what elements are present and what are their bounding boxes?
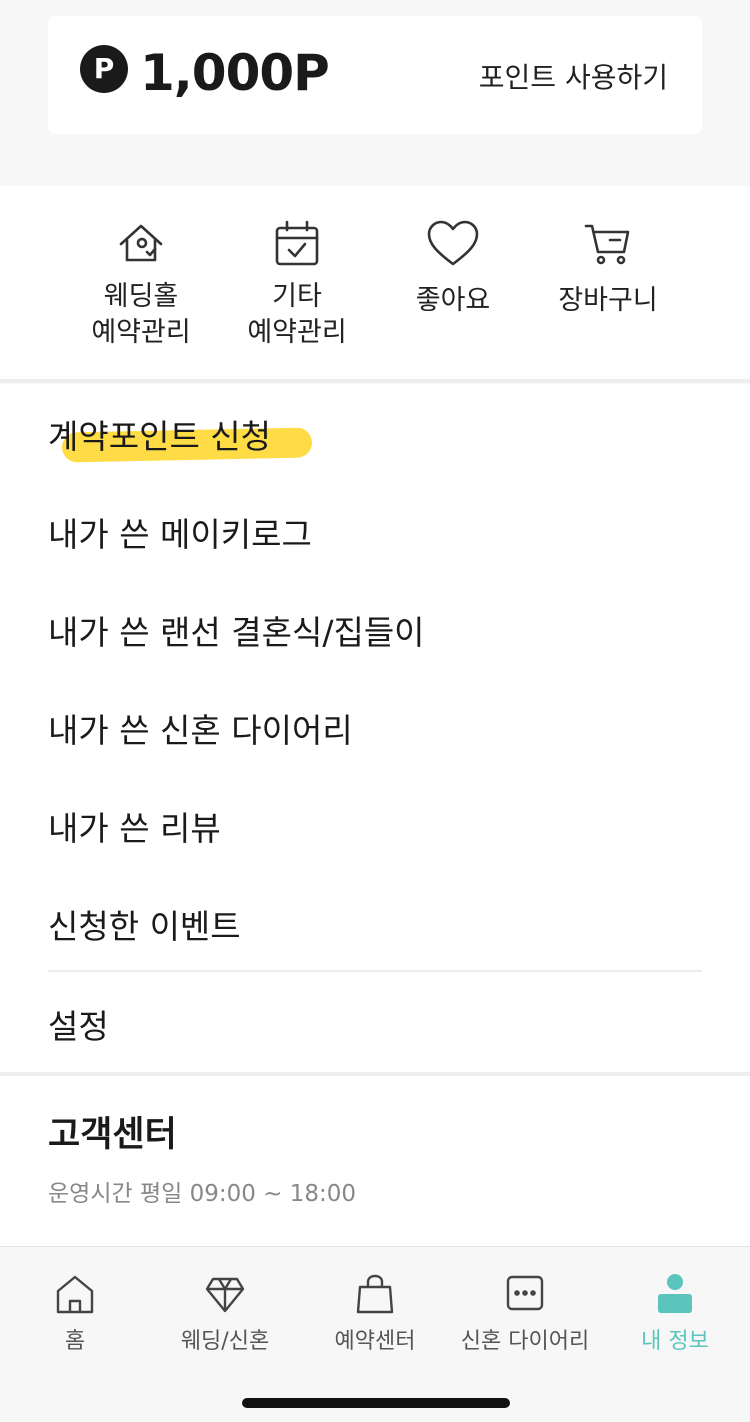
quick-wedding-hall-reservation[interactable]: 웨딩홀 예약관리 (61, 186, 221, 376)
cart-icon (584, 224, 630, 265)
tab-label: 신혼 다이어리 (460, 1329, 590, 1354)
tab-my-info[interactable]: 내 정보 (600, 1247, 750, 1357)
operating-hours: 운영시간 평일 09:00 ~ 18:00 (48, 1181, 357, 1207)
tab-label: 홈 (64, 1329, 86, 1354)
calendar-check-icon (275, 220, 319, 266)
bottom-tab-bar: 홈 웨딩/신혼 예약센터 신혼 다이어리 내 정보 (0, 1246, 750, 1422)
tab-label: 예약센터 (334, 1329, 416, 1354)
menu-my-makey-log[interactable]: 내가 쓴 메이키로그 (48, 508, 312, 556)
tab-label: 내 정보 (641, 1329, 709, 1354)
diamond-icon (205, 1277, 245, 1313)
menu-my-online-wedding[interactable]: 내가 쓴 랜선 결혼식/집들이 (48, 606, 425, 654)
quick-likes[interactable]: 좋아요 (373, 186, 533, 376)
tab-diary[interactable]: 신혼 다이어리 (450, 1247, 600, 1357)
point-amount: 1,000P (140, 44, 330, 102)
tab-reservation[interactable]: 예약센터 (300, 1247, 450, 1357)
home-indicator (242, 1398, 510, 1408)
menu-applied-events[interactable]: 신청한 이벤트 (48, 900, 241, 948)
quick-other-reservation[interactable]: 기타 예약관리 (217, 186, 377, 376)
quick-label-line2: 예약관리 (247, 317, 347, 348)
section-divider (0, 379, 750, 383)
use-points-button[interactable]: 포인트 사용하기 (479, 56, 668, 96)
customer-center[interactable]: 고객센터 운영시간 평일 09:00 ~ 18:00 (0, 1076, 750, 1246)
home-icon (56, 1275, 94, 1314)
points-card: P 1,000P 포인트 사용하기 (48, 16, 702, 134)
heart-icon (427, 220, 479, 266)
wedding-hall-icon (119, 224, 163, 262)
customer-center-title: 고객센터 (48, 1115, 177, 1155)
points-section: P 1,000P 포인트 사용하기 (0, 0, 750, 186)
menu-contract-points[interactable]: 계약포인트 신청 (48, 410, 271, 458)
menu-settings[interactable]: 설정 (48, 1000, 109, 1048)
quick-label-line2: 예약관리 (91, 317, 191, 348)
quick-label-line1: 웨딩홀 (103, 281, 179, 312)
profile-icon (658, 1274, 692, 1313)
quick-label-line1: 장바구니 (558, 285, 658, 316)
chat-bubble-icon (506, 1275, 544, 1311)
menu-divider (48, 970, 702, 972)
quick-label-line1: 좋아요 (415, 285, 491, 316)
point-badge-icon: P (80, 45, 128, 93)
tab-wedding[interactable]: 웨딩/신혼 (150, 1247, 300, 1357)
quick-cart[interactable]: 장바구니 (528, 186, 688, 376)
tab-label: 웨딩/신혼 (180, 1329, 270, 1354)
tab-home[interactable]: 홈 (0, 1247, 150, 1357)
quick-menu: 웨딩홀 예약관리 기타 예약관리 좋아요 장바구니 (0, 186, 750, 380)
menu-my-diary[interactable]: 내가 쓴 신혼 다이어리 (48, 704, 353, 752)
menu-my-reviews[interactable]: 내가 쓴 리뷰 (48, 802, 221, 850)
quick-label-line1: 기타 (272, 281, 322, 312)
shopping-bag-icon (356, 1274, 394, 1314)
